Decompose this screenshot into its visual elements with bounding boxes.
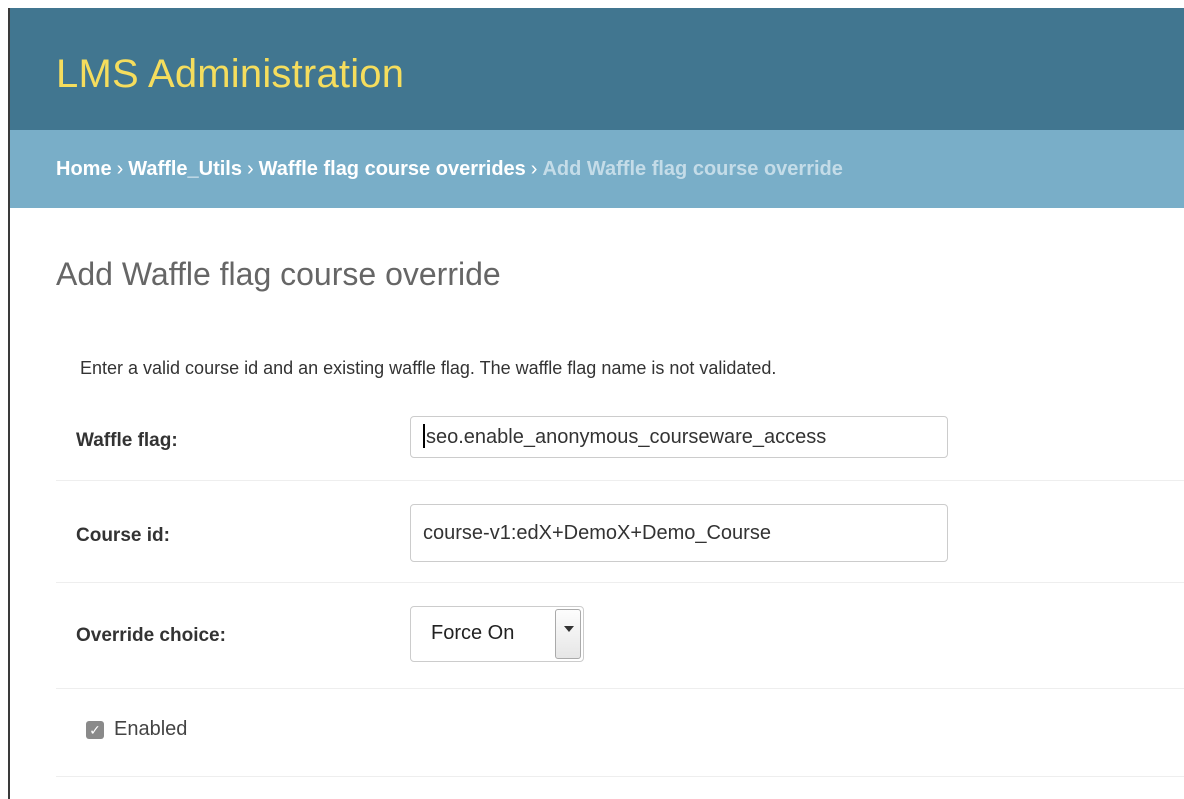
breadcrumb-separator: › (116, 158, 124, 180)
form-row-course-id: Course id: course-v1:edX+DemoX+Demo_Cour… (56, 480, 1184, 583)
breadcrumb-separator: › (246, 158, 254, 180)
site-title[interactable]: LMS Administration (56, 52, 404, 97)
page-title: Add Waffle flag course override (56, 256, 501, 292)
form-row-waffle-flag: Waffle flag: seo.enable_anonymous_course… (56, 388, 1184, 481)
form-row-enabled (56, 688, 1184, 777)
select-arrow-button[interactable] (555, 609, 581, 659)
text-cursor (423, 423, 425, 448)
window-frame-left (0, 0, 8, 799)
waffle-flag-value: seo.enable_anonymous_courseware_access (426, 426, 827, 448)
override-choice-select[interactable]: Force On (410, 606, 584, 662)
window-frame-top (0, 0, 1184, 8)
site-header: LMS Administration (8, 8, 1184, 130)
breadcrumb-waffle-utils[interactable]: Waffle_Utils (128, 158, 242, 180)
course-id-input[interactable]: course-v1:edX+DemoX+Demo_Course (410, 504, 948, 562)
main-content: Add Waffle flag course override Enter a … (8, 208, 1184, 799)
waffle-flag-label: Waffle flag: (76, 430, 178, 451)
form-help-text: Enter a valid course id and an existing … (80, 358, 777, 378)
override-choice-label: Override choice: (76, 625, 226, 646)
check-icon: ✓ (89, 722, 101, 738)
form-row-override-choice: Override choice: Force On (56, 582, 1184, 689)
breadcrumb: Home › Waffle_Utils › Waffle flag course ove… (8, 130, 1184, 208)
chevron-down-icon (564, 626, 574, 632)
window-border (8, 8, 10, 799)
breadcrumb-waffle-flag-course-overrides[interactable]: Waffle flag course overrides (259, 158, 526, 180)
course-id-value: course-v1:edX+DemoX+Demo_Course (423, 522, 771, 544)
override-choice-selected: Force On (431, 622, 515, 644)
waffle-flag-input[interactable]: seo.enable_anonymous_courseware_access (410, 416, 948, 458)
breadcrumb-separator: › (530, 158, 538, 180)
breadcrumb-home[interactable]: Home (56, 158, 112, 180)
enabled-checkbox[interactable]: ✓ (86, 721, 104, 739)
course-id-label: Course id: (76, 525, 170, 546)
breadcrumb-current: Add Waffle flag course override (542, 158, 843, 180)
enabled-label[interactable]: Enabled (114, 718, 187, 741)
